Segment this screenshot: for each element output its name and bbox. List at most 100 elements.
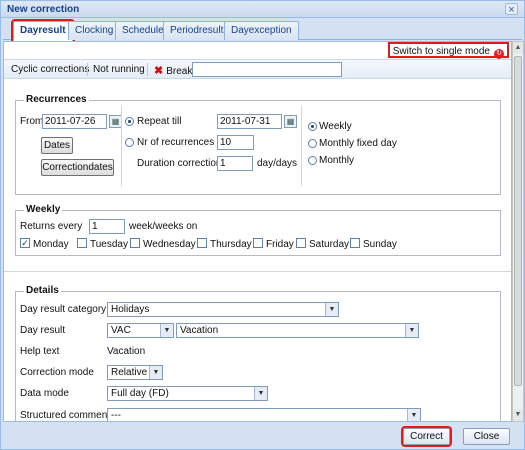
sunday-label: Sunday [363, 239, 397, 250]
category-value: Holidays [111, 304, 150, 315]
duration-unit: day/days [257, 158, 298, 169]
details-legend: Details [24, 285, 61, 296]
returns-every-input[interactable]: 1 [89, 219, 125, 234]
returns-every-label: Returns every [20, 221, 83, 232]
returns-unit: week/weeks on [129, 221, 198, 232]
wednesday-checkbox[interactable] [130, 238, 140, 248]
monday-checkbox[interactable]: ✓ [20, 238, 30, 248]
monthly-fixed-label: Monthly fixed day [319, 138, 397, 149]
close-icon[interactable]: × [505, 3, 518, 16]
repeat-till-radio[interactable] [125, 117, 134, 126]
repeat-till-label: Repeat till [137, 116, 182, 127]
scroll-thumb[interactable] [514, 56, 522, 386]
break-input[interactable] [192, 62, 342, 77]
close-button[interactable]: Close [463, 428, 510, 445]
tab-bar: Dayresult Clocking Schedule Periodresult… [3, 18, 522, 43]
correction-mode-select[interactable]: Relative ▼ [107, 365, 163, 380]
helptext-value: Vacation [107, 346, 146, 357]
tab-dayresult[interactable]: Dayresult [11, 19, 75, 43]
recurrences-group: Recurrences From 2011-07-26 ▦ Dates Corr… [15, 94, 501, 195]
dayresult-code-value: VAC [111, 325, 131, 336]
dayresult-label: Day result [20, 325, 66, 336]
chevron-down-icon: ▼ [405, 324, 418, 337]
tab-periodresult[interactable]: Periodresult [163, 21, 231, 40]
toolbar-divider [87, 63, 88, 76]
duration-input[interactable]: 1 [217, 156, 253, 171]
saturday-label: Saturday [309, 239, 350, 250]
weekly-radio[interactable] [308, 122, 317, 131]
correction-mode-label: Correction mode [20, 367, 94, 378]
weekly-legend: Weekly [24, 204, 63, 215]
break-label: Break [166, 66, 193, 77]
monday-label: Monday [33, 239, 69, 250]
switch-single-mode-button[interactable]: Switch to single mode ↻ [387, 42, 509, 59]
correction-dialog: New correction × Dayresult Clocking Sche… [0, 0, 525, 450]
nr-recurrences-input[interactable]: 10 [217, 135, 254, 150]
comment-select[interactable]: --- ▼ [107, 408, 421, 421]
break-x-icon: ✖ [154, 65, 164, 77]
monthly-label: Monthly [319, 155, 355, 166]
scroll-down-icon[interactable]: ▼ [513, 409, 523, 421]
from-label: From [20, 116, 44, 127]
details-group: Details Day result category Holidays ▼ D… [15, 285, 501, 421]
nr-recurrences-radio[interactable] [125, 138, 134, 147]
scroll-up-icon[interactable]: ▲ [513, 42, 523, 54]
divider [121, 106, 122, 186]
datamode-select[interactable]: Full day (FD) ▼ [107, 386, 268, 401]
helptext-label: Help text [20, 346, 60, 357]
category-label: Day result category [20, 304, 107, 315]
friday-checkbox[interactable] [253, 238, 263, 248]
wednesday-label: Wednesday [143, 239, 196, 250]
comment-value: --- [111, 410, 121, 421]
tab-clocking[interactable]: Clocking [68, 21, 121, 40]
recurrences-legend: Recurrences [24, 94, 89, 105]
dialog-titlebar: New correction × [1, 1, 524, 18]
cyclic-toolbar: Cyclic corrections Not running ✖ Break [4, 59, 511, 79]
saturday-checkbox[interactable] [296, 238, 306, 248]
dayresult-value: Vacation [180, 325, 219, 336]
weekly-radio-label: Weekly [319, 121, 352, 132]
vertical-scrollbar[interactable]: ▲ ▼ [512, 41, 524, 422]
dialog-footer: Correct Close [1, 422, 524, 449]
divider [301, 106, 302, 186]
thursday-label: Thursday [210, 239, 252, 250]
chevron-down-icon: ▼ [407, 409, 420, 421]
chevron-down-icon: ▼ [149, 366, 162, 379]
chevron-down-icon: ▼ [254, 387, 267, 400]
datamode-label: Data mode [20, 388, 69, 399]
repeat-till-input[interactable]: 2011-07-31 [217, 114, 282, 129]
correction-mode-value: Relative [111, 367, 148, 378]
tuesday-checkbox[interactable] [77, 238, 87, 248]
chevron-down-icon: ▼ [325, 303, 338, 316]
category-select[interactable]: Holidays ▼ [107, 302, 339, 317]
tab-content: Switch to single mode ↻ Cyclic correction… [3, 41, 512, 422]
dates-button[interactable]: Dates [41, 137, 73, 154]
switch-mode-icon: ↻ [494, 49, 504, 59]
cyclic-corrections-label: Cyclic corrections [11, 64, 90, 75]
from-date-input[interactable]: 2011-07-26 [42, 114, 107, 129]
weekly-group: Weekly Returns every 1 week/weeks on ✓ M… [15, 204, 501, 256]
dayresult-select[interactable]: Vacation ▼ [176, 323, 419, 338]
section-divider [4, 271, 511, 272]
monthly-fixed-radio[interactable] [308, 139, 317, 148]
monthly-radio[interactable] [308, 156, 317, 165]
friday-label: Friday [266, 239, 294, 250]
duration-label: Duration correction [137, 158, 222, 169]
running-status: Not running [93, 64, 145, 75]
switch-single-mode-label: Switch to single mode [392, 46, 490, 57]
chevron-down-icon: ▼ [160, 324, 173, 337]
datamode-value: Full day (FD) [111, 388, 169, 399]
dialog-title: New correction [7, 4, 80, 15]
comment-label: Structured comment [20, 410, 111, 421]
correct-button[interactable]: Correct [401, 426, 452, 447]
correctiondates-button[interactable]: Correctiondates [41, 159, 114, 176]
thursday-checkbox[interactable] [197, 238, 207, 248]
tuesday-label: Tuesday [90, 239, 128, 250]
break-button[interactable]: ✖ Break [154, 64, 192, 77]
dayresult-code-select[interactable]: VAC ▼ [107, 323, 174, 338]
sunday-checkbox[interactable] [350, 238, 360, 248]
nr-recurrences-label: Nr of recurrences [137, 137, 215, 148]
repeat-till-calendar-icon[interactable]: ▦ [284, 115, 297, 128]
toolbar-divider [147, 63, 148, 76]
tab-dayexception[interactable]: Dayexception [224, 21, 299, 40]
